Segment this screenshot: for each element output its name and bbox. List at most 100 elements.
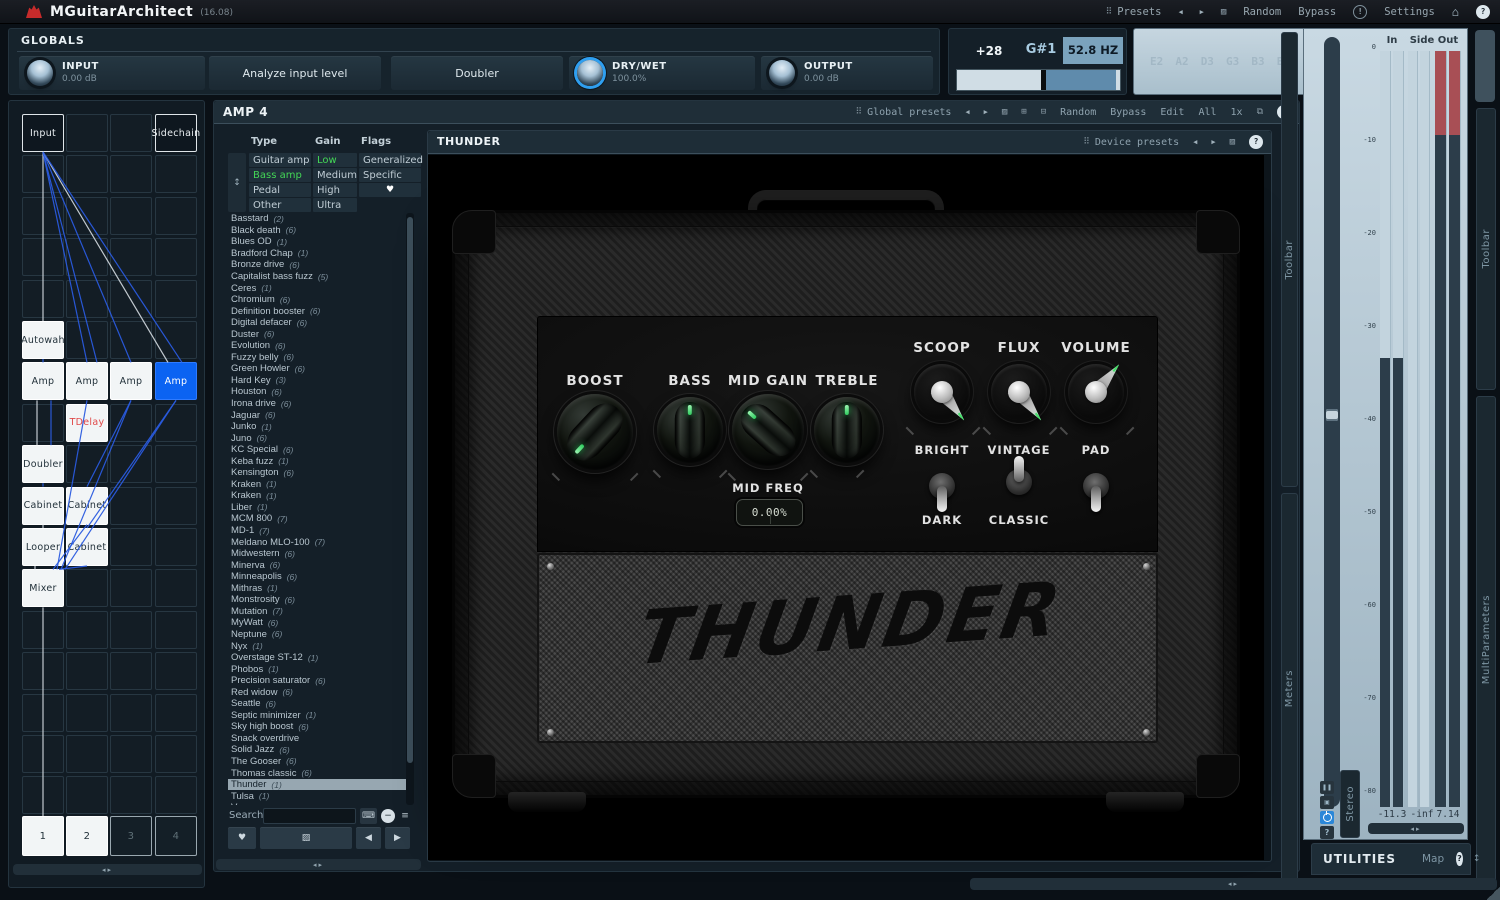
drywet-knob[interactable] (577, 60, 603, 86)
keyboard-icon[interactable]: ⌨ (360, 808, 377, 824)
amp-list-item-houston[interactable]: Houston(6) (228, 386, 406, 398)
amp-list-item-mithras[interactable]: Mithras(1) (228, 583, 406, 595)
search-input[interactable] (263, 808, 356, 824)
grid-empty-cell[interactable] (22, 652, 64, 690)
amp-list-item-neptune[interactable]: Neptune(6) (228, 629, 406, 641)
amp-list-item-evolution[interactable]: Evolution(6) (228, 340, 406, 352)
amp-list-item-chromium[interactable]: Chromium(6) (228, 294, 406, 306)
grid-empty-cell[interactable] (66, 776, 108, 814)
amp-list-item-keba-fuzz[interactable]: Keba fuzz(1) (228, 455, 406, 467)
amp4-bypass-button[interactable]: Bypass (1110, 107, 1146, 118)
power-button[interactable] (1320, 811, 1334, 824)
filter-option-high[interactable]: High (313, 183, 357, 197)
device-preset-prev-button[interactable]: ◀ (1193, 138, 1197, 146)
right-vscrollbar-thumb[interactable] (1475, 30, 1495, 102)
grid-page-3[interactable]: 3 (110, 816, 152, 856)
grid-empty-cell[interactable] (22, 238, 64, 276)
amp-list-item-seattle[interactable]: Seattle(6) (228, 698, 406, 710)
fader-handle[interactable] (1326, 409, 1338, 421)
grid-empty-cell[interactable] (22, 280, 64, 318)
home-icon[interactable]: ⌂ (1452, 5, 1459, 19)
volume-knob[interactable] (1068, 364, 1124, 420)
snapshot-icon[interactable]: ▨ (1002, 107, 1007, 117)
input-gain-control[interactable]: INPUT 0.00 dB (19, 56, 205, 90)
grid-page-1[interactable]: 1 (22, 816, 64, 856)
filter-stepper[interactable]: ↕ (228, 153, 246, 212)
amp-list-item-basstard[interactable]: Basstard(2) (228, 213, 406, 225)
amp4-all-button[interactable]: All (1198, 107, 1216, 118)
grid-empty-cell[interactable] (22, 694, 64, 732)
grid-empty-cell[interactable] (66, 569, 108, 607)
amp-list-scrollbar[interactable] (406, 213, 414, 805)
bypass-button[interactable]: Bypass (1298, 6, 1336, 18)
amp-list-item-overstage-st-12[interactable]: Overstage ST-12(1) (228, 652, 406, 664)
grid-empty-cell[interactable] (66, 445, 108, 483)
grid-page-4[interactable]: 4 (155, 816, 197, 856)
grid-empty-cell[interactable] (22, 776, 64, 814)
module-cell-amp[interactable]: Amp (22, 362, 64, 400)
filter-option-bass-amp[interactable]: Bass amp (249, 168, 311, 182)
grid-empty-cell[interactable] (155, 569, 197, 607)
module-cell-looper[interactable]: Looper (22, 528, 64, 566)
utilities-panel[interactable]: UTILITIES Map ? ↕ (1311, 843, 1471, 875)
global-preset-next-button[interactable]: ▶ (984, 108, 988, 116)
grid-empty-cell[interactable] (66, 611, 108, 649)
amp-list-item-digital-defacer[interactable]: Digital defacer(6) (228, 317, 406, 329)
grid-empty-cell[interactable] (110, 197, 152, 235)
doubler-button[interactable]: Doubler (391, 56, 563, 90)
grid-empty-cell[interactable] (110, 528, 152, 566)
grid-empty-cell[interactable] (110, 155, 152, 193)
amp-list-item-green-howler[interactable]: Green Howler(6) (228, 363, 406, 375)
grid-empty-cell[interactable] (66, 197, 108, 235)
amp-list-item-kraken[interactable]: Kraken(1) (228, 490, 406, 502)
amp-list-item-bronze-drive[interactable]: Bronze drive(6) (228, 259, 406, 271)
help-icon[interactable]: ? (1476, 5, 1490, 19)
preset-prev-button[interactable]: ◀ (1178, 8, 1182, 16)
detach-icon[interactable]: ⧉ (1257, 107, 1263, 117)
grid-empty-cell[interactable] (110, 114, 152, 152)
grid-empty-cell[interactable] (155, 445, 197, 483)
vintage-classic-switch[interactable] (1004, 456, 1034, 508)
module-cell-input[interactable]: Input (22, 114, 64, 152)
next-amp-button[interactable]: ▶ (385, 827, 410, 849)
device-snapshot-icon[interactable]: ▨ (1230, 137, 1235, 147)
grid-empty-cell[interactable] (155, 611, 197, 649)
tab-toolbar-right[interactable]: Toolbar (1476, 108, 1496, 390)
grid-empty-cell[interactable] (110, 694, 152, 732)
device-preset-next-button[interactable]: ▶ (1211, 138, 1215, 146)
filter-option-low[interactable]: Low (313, 153, 357, 167)
grid-empty-cell[interactable] (155, 652, 197, 690)
tuner-panel[interactable]: +28 G#1 52.8 HZ (948, 28, 1127, 95)
module-cell-autowah[interactable]: Autowah (22, 321, 64, 359)
grid-empty-cell[interactable] (22, 735, 64, 773)
amp-list-item-tulsa[interactable]: Tulsa(1) (228, 790, 406, 802)
pause-button[interactable]: ❚❚ (1320, 781, 1334, 794)
flux-knob[interactable] (991, 364, 1047, 420)
grid-empty-cell[interactable] (155, 735, 197, 773)
morph-a-icon[interactable]: ⊞ (1021, 107, 1026, 117)
grid-empty-cell[interactable] (155, 528, 197, 566)
grid-empty-cell[interactable] (66, 280, 108, 318)
analyze-input-button[interactable]: Analyze input level (209, 56, 381, 90)
grid-empty-cell[interactable] (66, 652, 108, 690)
amp-list-item-monstrosity[interactable]: Monstrosity(6) (228, 594, 406, 606)
grid-empty-cell[interactable] (110, 487, 152, 525)
scoop-knob[interactable] (914, 364, 970, 420)
presets-button[interactable]: ⠿Presets (1106, 6, 1162, 18)
amp-list-item-definition-booster[interactable]: Definition booster(6) (228, 305, 406, 317)
amp4-random-button[interactable]: Random (1060, 107, 1096, 118)
tab-toolbar-inner[interactable]: Toolbar (1281, 32, 1298, 487)
grid-empty-cell[interactable] (155, 238, 197, 276)
grid-empty-cell[interactable] (110, 776, 152, 814)
amp-list-item-nyx[interactable]: Nyx(1) (228, 640, 406, 652)
bright-dark-switch[interactable] (927, 460, 957, 512)
grid-hscrollbar[interactable]: ◂▸ (13, 864, 202, 875)
amp-list-item-the-gooser[interactable]: The Gooser(6) (228, 756, 406, 768)
amp-list-item-minerva[interactable]: Minerva(6) (228, 559, 406, 571)
drywet-control[interactable]: DRY/WET 100.0% (569, 56, 755, 90)
grid-empty-cell[interactable] (155, 776, 197, 814)
meters-hscrollbar[interactable]: ◂▸ (1368, 823, 1464, 834)
amp-list-item-irona-drive[interactable]: Irona drive(6) (228, 398, 406, 410)
grid-empty-cell[interactable] (155, 321, 197, 359)
grid-empty-cell[interactable] (155, 280, 197, 318)
